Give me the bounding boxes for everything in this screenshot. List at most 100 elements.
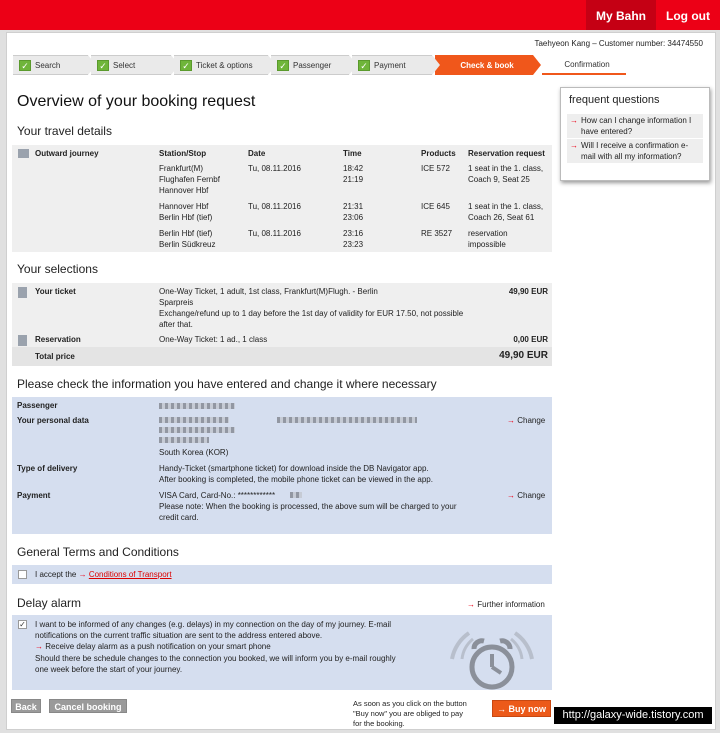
delivery-label: Type of delivery [17,464,78,473]
delivery-desc: After booking is completed, the mobile p… [159,475,433,484]
terms-heading: General Terms and Conditions [17,545,179,559]
arrow-right-icon: → [467,600,478,609]
ticket-desc: Sparpreis [159,298,194,307]
step-passenger[interactable]: ✓ Passenger [271,55,357,75]
delay-box: ✓ I want to be informed of any changes (… [12,615,552,690]
terms-box: I accept the → Conditions of Transport [12,565,552,584]
selections-heading: Your selections [17,262,98,276]
station: Berlin Hbf (tief) [159,229,213,238]
check-icon: ✓ [19,59,31,71]
reservation-icon [18,335,27,346]
ticket-desc: after that. [159,320,193,329]
delay-text: notifications on the current traffic sit… [35,631,323,640]
ticket-desc: Exchange/refund up to 1 day before the 1… [159,309,464,318]
logout-link[interactable]: Log out [656,0,720,30]
step-check-book: Check & book [435,55,541,75]
cancel-booking-button[interactable]: Cancel booking [49,699,127,713]
buy-note: As soon as you click on the button "Buy … [353,699,467,728]
reservation: impossible [468,240,506,249]
blurred-card-digits [290,492,302,498]
outward-journey-label: Outward journey [35,149,99,158]
delay-text: I want to be informed of any changes (e.… [35,620,392,629]
change-payment-link[interactable]: → Change [507,490,545,501]
train-icon [18,149,29,158]
payment-card: VISA Card, Card-No.: ************ [159,491,276,500]
station: Hannover Hbf [159,202,209,211]
total-row: Total price 49,90 EUR [12,347,552,366]
check-icon: ✓ [180,59,192,71]
reservation: 1 seat in the 1. class, [468,164,544,173]
travel-details-table: Outward journey Station/Stop Date Time P… [12,145,552,252]
faq-item-confirmation-email[interactable]: → Will I receive a confirmation e-mail wi… [567,139,703,163]
date: Tu, 08.11.2016 [248,164,301,173]
step-select[interactable]: ✓ Select [91,55,179,75]
step-search[interactable]: ✓ Search [13,55,96,75]
personal-data-label: Your personal data [17,416,89,425]
arrow-right-icon: → [78,570,87,579]
watermark: http://galaxy-wide.tistory.com [554,707,712,724]
ticket-label: Your ticket [35,287,76,296]
station: Hannover Hbf [159,186,209,195]
total-price: 49,90 EUR [499,350,548,361]
my-bahn-link[interactable]: My Bahn [586,0,657,30]
step-payment[interactable]: ✓ Payment [352,55,440,75]
further-info-link[interactable]: → Further information [467,599,545,610]
progress-steps: ✓ Search ✓ Select ✓ Ticket & options ✓ Passe… [13,55,713,75]
arrow-right-icon: → [496,704,509,714]
step-ticket-options[interactable]: ✓ Ticket & options [174,55,276,75]
station: Berlin Hbf (tief) [159,213,213,222]
arrow-right-icon: → [570,116,578,125]
ticket-icon [18,287,27,298]
back-button[interactable]: Back [11,699,41,713]
reservation: 1 seat in the 1. class, [468,202,544,211]
payment-label: Payment [17,491,51,500]
time: 23:23 [343,240,364,249]
push-notification-link[interactable]: → Receive delay alarm as a push notifica… [35,641,271,652]
alarm-clock-icon [450,631,534,690]
arrow-right-icon: → [507,416,518,425]
arrow-right-icon: → [570,141,578,150]
col-products: Products [421,149,456,158]
blurred-data [159,437,209,443]
travel-heading: Your travel details [17,124,112,138]
reservation-label: Reservation [35,335,81,344]
blurred-data [159,417,229,423]
col-date: Date [248,149,266,158]
change-personal-link[interactable]: → Change [507,415,545,426]
accept-text: I accept the → Conditions of Transport [35,570,172,579]
payment-note: credit card. [159,513,199,522]
check-info-box: Passenger Your personal data South Korea… [12,397,552,534]
check-icon: ✓ [277,59,289,71]
reservation: reservation [468,229,508,238]
delay-checkbox[interactable]: ✓ [18,620,27,629]
product: RE 3527 [421,229,453,238]
passenger-label: Passenger [17,401,58,410]
check-heading: Please check the information you have en… [17,377,437,391]
station: Frankfurt(M) [159,164,203,173]
top-nav: My Bahn Log out [586,0,720,30]
page-title: Overview of your booking request [17,93,256,110]
col-station: Station/Stop [159,149,207,158]
customer-info: Taehyeon Kang – Customer number: 3447455… [534,39,703,48]
time: 23:06 [343,213,364,222]
station: Berlin Südkreuz [159,240,216,249]
delay-text: Should there be schedule changes to the … [35,654,396,663]
blurred-passenger [159,403,235,409]
faq-item-change-info[interactable]: → How can I change information I have ent… [567,114,703,138]
check-icon: ✓ [97,59,109,71]
buy-now-button[interactable]: → Buy now [492,700,551,717]
step-confirmation: Confirmation [542,55,626,75]
ticket-desc: One-Way Ticket, 1 adult, 1st class, Fran… [159,287,378,296]
product: ICE 645 [421,202,450,211]
time: 18:42 [343,164,364,173]
accept-terms-checkbox[interactable] [18,570,27,579]
delay-text: one week before the start of your journe… [35,665,183,674]
country: South Korea (KOR) [159,448,229,457]
delivery-desc: Handy-Ticket (smartphone ticket) for dow… [159,464,429,473]
arrow-right-icon: → [507,491,518,500]
station: Flughafen Fernbf [159,175,220,184]
conditions-link[interactable]: Conditions of Transport [89,570,172,579]
faq-title: frequent questions [569,94,660,106]
ticket-price: 49,90 EUR [508,287,548,296]
reservation-price: 0,00 EUR [513,335,548,344]
